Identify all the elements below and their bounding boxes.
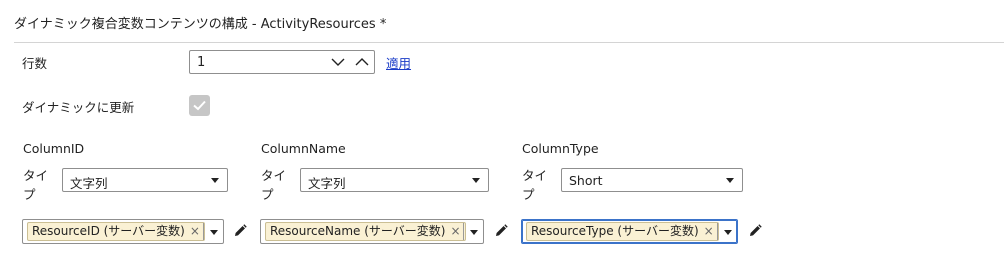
variable-select-col2[interactable]: ResourceName (サーバー変数) × [260,219,484,244]
type-label-col3: タイプ [522,168,548,202]
caret-down-icon[interactable] [210,230,218,235]
caret-down-icon[interactable] [470,230,478,235]
caret-down-icon [726,178,734,183]
chip-remove-icon[interactable]: × [190,224,200,238]
apply-link[interactable]: 適用 [386,53,411,72]
type-select-value: Short [569,173,603,188]
variable-select-col1[interactable]: ResourceID (サーバー変数) × [22,219,224,244]
chevron-up-icon[interactable] [354,55,370,69]
variable-chip: ResourceName (サーバー変数) × [265,222,466,241]
type-select-value: 文字列 [308,176,346,191]
variable-chip-label: ResourceID (サーバー変数) [32,224,185,238]
checkmark-icon [193,100,206,111]
type-label-col2: タイプ [261,168,287,202]
caret-down-icon [472,178,480,183]
column-header-type: ColumnType [522,141,599,156]
column-header-name: ColumnName [261,141,346,156]
edit-pencil-icon[interactable] [233,223,247,237]
type-select-value: 文字列 [70,176,108,191]
variable-select-col3[interactable]: ResourceType (サーバー変数) × [521,219,738,244]
caret-down-icon[interactable] [724,230,732,235]
column-header-id: ColumnID [23,141,85,156]
type-select-col1[interactable]: 文字列 [62,168,228,192]
tag-separator [203,223,204,240]
variable-chip: ResourceID (サーバー変数) × [27,222,205,241]
rows-spinner[interactable]: 1 [189,50,375,74]
rows-value[interactable]: 1 [197,55,205,70]
edit-pencil-icon[interactable] [494,223,508,237]
type-label-col1: タイプ [23,168,49,202]
caret-down-icon [211,178,219,183]
edit-pencil-icon[interactable] [748,223,762,237]
chip-remove-icon[interactable]: × [704,224,714,238]
page-title: ダイナミック複合変数コンテンツの構成 - ActivityResources * [14,17,387,32]
chip-remove-icon[interactable]: × [451,224,461,238]
dynamic-update-label: ダイナミックに更新 [22,100,135,115]
variable-chip: ResourceType (サーバー変数) × [526,222,719,241]
title-divider [14,42,1004,43]
dynamic-update-checkbox[interactable] [189,95,210,116]
variable-chip-label: ResourceType (サーバー変数) [531,224,699,238]
chevron-down-icon[interactable] [330,55,346,69]
tag-separator [717,223,718,240]
tag-separator [463,223,464,240]
rows-label: 行数 [22,56,48,71]
type-select-col2[interactable]: 文字列 [300,168,489,192]
type-select-col3[interactable]: Short [561,168,743,192]
variable-chip-label: ResourceName (サーバー変数) [270,224,446,238]
